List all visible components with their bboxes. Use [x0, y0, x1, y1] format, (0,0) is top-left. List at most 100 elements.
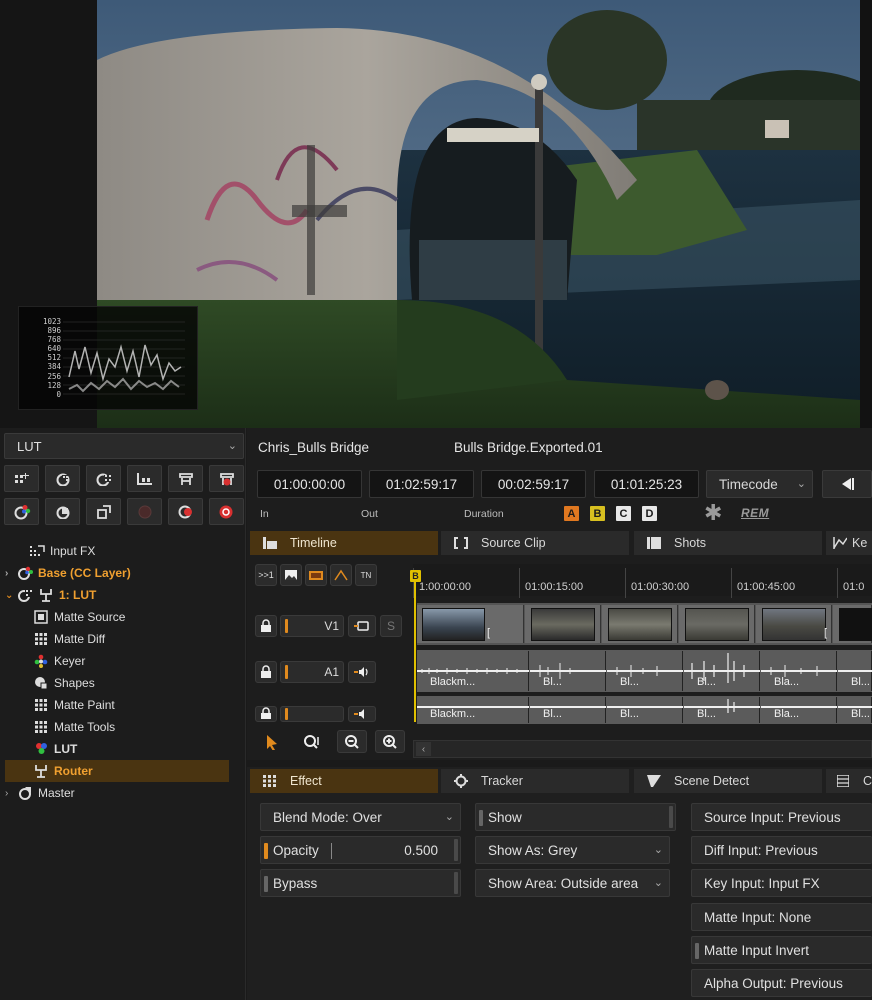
chevron-right-icon[interactable]: ›	[5, 568, 17, 579]
audio-clip[interactable]: Bl...	[530, 651, 606, 691]
viewer[interactable]: 1023 896 768 640 512 384 256 128 0	[0, 0, 872, 428]
tree-item-matte-source[interactable]: Matte Source	[5, 606, 229, 628]
rem-button[interactable]: REM	[741, 506, 769, 520]
audio-track-a1[interactable]: Blackm... Bl... Bl... Bl... Bla... Bl...	[417, 650, 872, 692]
tree-item-matte-tools[interactable]: Matte Tools	[5, 716, 229, 738]
version-c-button[interactable]: C	[616, 506, 631, 521]
v1-track-label[interactable]: V1	[280, 615, 344, 637]
timecode-in-field[interactable]: 01:00:00:00	[257, 470, 362, 498]
viewer-image[interactable]	[97, 0, 860, 428]
audio-clip[interactable]: Blackm...	[417, 651, 529, 691]
tree-item-lut[interactable]: LUT	[5, 738, 229, 760]
timecode-duration-field[interactable]: 00:02:59:17	[481, 470, 586, 498]
record-cc-button[interactable]	[168, 498, 203, 525]
playhead[interactable]	[414, 574, 416, 722]
timecode-mode-dropdown[interactable]: Timecode ⌄	[706, 470, 813, 498]
v1-source-button[interactable]	[348, 615, 376, 637]
opacity-slider[interactable]: Opacity 0.500	[260, 836, 461, 864]
video-clip[interactable]	[833, 605, 872, 643]
tab-keyframes[interactable]: Ke	[826, 531, 872, 555]
version-b-button[interactable]: B	[590, 506, 605, 521]
a1-audio-button[interactable]	[348, 661, 376, 683]
audio-clip[interactable]: Bl...	[684, 697, 760, 723]
version-a-button[interactable]: A	[564, 506, 579, 521]
add-keyer-button[interactable]	[4, 498, 39, 525]
layer-type-dropdown[interactable]: LUT ⌄	[4, 433, 244, 459]
audio-clip[interactable]: Bla...	[761, 697, 837, 723]
slider-handle[interactable]	[264, 843, 268, 859]
tab-extra[interactable]: C	[826, 769, 872, 793]
tree-item-shapes[interactable]: Shapes	[5, 672, 229, 694]
video-clip[interactable]	[525, 605, 601, 643]
blend-mode-dropdown[interactable]: Blend Mode: Over ⌄	[260, 803, 461, 831]
tree-item-keyer[interactable]: Keyer	[5, 650, 229, 672]
tree-item-input-fx[interactable]: Input FX	[5, 540, 229, 562]
show-area-dropdown[interactable]: Show Area: Outside area ⌄	[475, 869, 670, 897]
a2-lock-button[interactable]	[255, 706, 277, 722]
track-film-button[interactable]	[305, 564, 327, 586]
v1-lock-button[interactable]	[255, 615, 277, 637]
tab-scene-detect[interactable]: Scene Detect	[634, 769, 822, 793]
track-curve-button[interactable]	[330, 564, 352, 586]
chevron-down-icon[interactable]: ⌄	[5, 590, 17, 601]
audio-clip[interactable]: Bla...	[761, 651, 837, 691]
version-d-button[interactable]: D	[642, 506, 657, 521]
v1-solo-button[interactable]: S	[380, 615, 402, 637]
tree-item-lut-layer[interactable]: ⌄ 1: LUT	[5, 584, 229, 606]
key-input-dropdown[interactable]: Key Input: Input FX	[691, 869, 872, 897]
audio-clip[interactable]: Bl...	[607, 651, 683, 691]
add-composite-button[interactable]	[168, 465, 203, 492]
matte-input-invert-toggle[interactable]: Matte Input Invert	[691, 936, 872, 964]
a1-track-label[interactable]: A1	[280, 661, 344, 683]
chevron-right-icon[interactable]: ›	[5, 788, 17, 799]
a2-track-label[interactable]	[280, 706, 344, 722]
video-track-v1[interactable]: [ [	[417, 603, 872, 645]
show-toggle[interactable]: Show	[475, 803, 676, 831]
tree-item-router[interactable]: Router	[5, 760, 229, 782]
audio-clip[interactable]: Bl...	[530, 697, 606, 723]
tree-item-master[interactable]: › Master	[5, 782, 229, 804]
star-icon[interactable]: ✱	[704, 500, 722, 526]
track-view-button[interactable]	[280, 564, 302, 586]
audio-clip[interactable]: Bl...	[838, 651, 872, 691]
tab-tracker[interactable]: Tracker	[441, 769, 629, 793]
zoom-out-button[interactable]	[337, 730, 367, 753]
timeline-ruler[interactable]: 1:00:00:00 01:00:15:00 01:00:30:00 01:00…	[413, 564, 872, 598]
a2-audio-button[interactable]	[348, 706, 376, 722]
alpha-output-dropdown[interactable]: Alpha Output: Previous	[691, 969, 872, 997]
source-input-dropdown[interactable]: Source Input: Previous	[691, 803, 872, 831]
audio-clip[interactable]: Bl...	[838, 697, 872, 723]
timecode-out-field[interactable]: 01:02:59:17	[369, 470, 474, 498]
play-reverse-button[interactable]	[822, 470, 872, 498]
track-skip-button[interactable]: >>1	[255, 564, 277, 586]
audio-clip[interactable]: Blackm...	[417, 697, 529, 723]
add-mask-button[interactable]	[45, 498, 80, 525]
add-graph-layer-button[interactable]	[127, 465, 162, 492]
add-output-button[interactable]	[86, 498, 121, 525]
add-composite-red-button[interactable]	[209, 465, 244, 492]
scroll-left-icon[interactable]: ‹	[416, 742, 431, 756]
record-disabled-button[interactable]	[127, 498, 162, 525]
tab-source-clip[interactable]: Source Clip	[441, 531, 629, 555]
audio-track-a2[interactable]: Blackm... Bl... Bl... Bl... Bla... Bl...	[417, 696, 872, 724]
tree-item-matte-paint[interactable]: Matte Paint	[5, 694, 229, 716]
tab-timeline[interactable]: Timeline	[250, 531, 438, 555]
video-clip[interactable]	[679, 605, 755, 643]
diff-input-dropdown[interactable]: Diff Input: Previous	[691, 836, 872, 864]
zoom-fit-button[interactable]	[297, 730, 327, 753]
tree-item-matte-diff[interactable]: Matte Diff	[5, 628, 229, 650]
track-tn-button[interactable]: TN	[355, 564, 377, 586]
audio-clip[interactable]: Bl...	[684, 651, 760, 691]
matte-input-dropdown[interactable]: Matte Input: None	[691, 903, 872, 931]
add-grid-layer-button[interactable]	[86, 465, 121, 492]
tab-shots[interactable]: Shots	[634, 531, 822, 555]
record-active-button[interactable]	[209, 498, 244, 525]
show-as-dropdown[interactable]: Show As: Grey ⌄	[475, 836, 670, 864]
a1-lock-button[interactable]	[255, 661, 277, 683]
video-clip[interactable]	[602, 605, 678, 643]
add-cc-layer-button[interactable]	[45, 465, 80, 492]
video-clip[interactable]: [	[756, 605, 832, 643]
video-clip[interactable]: [	[417, 605, 524, 643]
tree-item-base-cc-layer[interactable]: › Base (CC Layer)	[5, 562, 229, 584]
timecode-current-field[interactable]: 01:01:25:23	[594, 470, 699, 498]
